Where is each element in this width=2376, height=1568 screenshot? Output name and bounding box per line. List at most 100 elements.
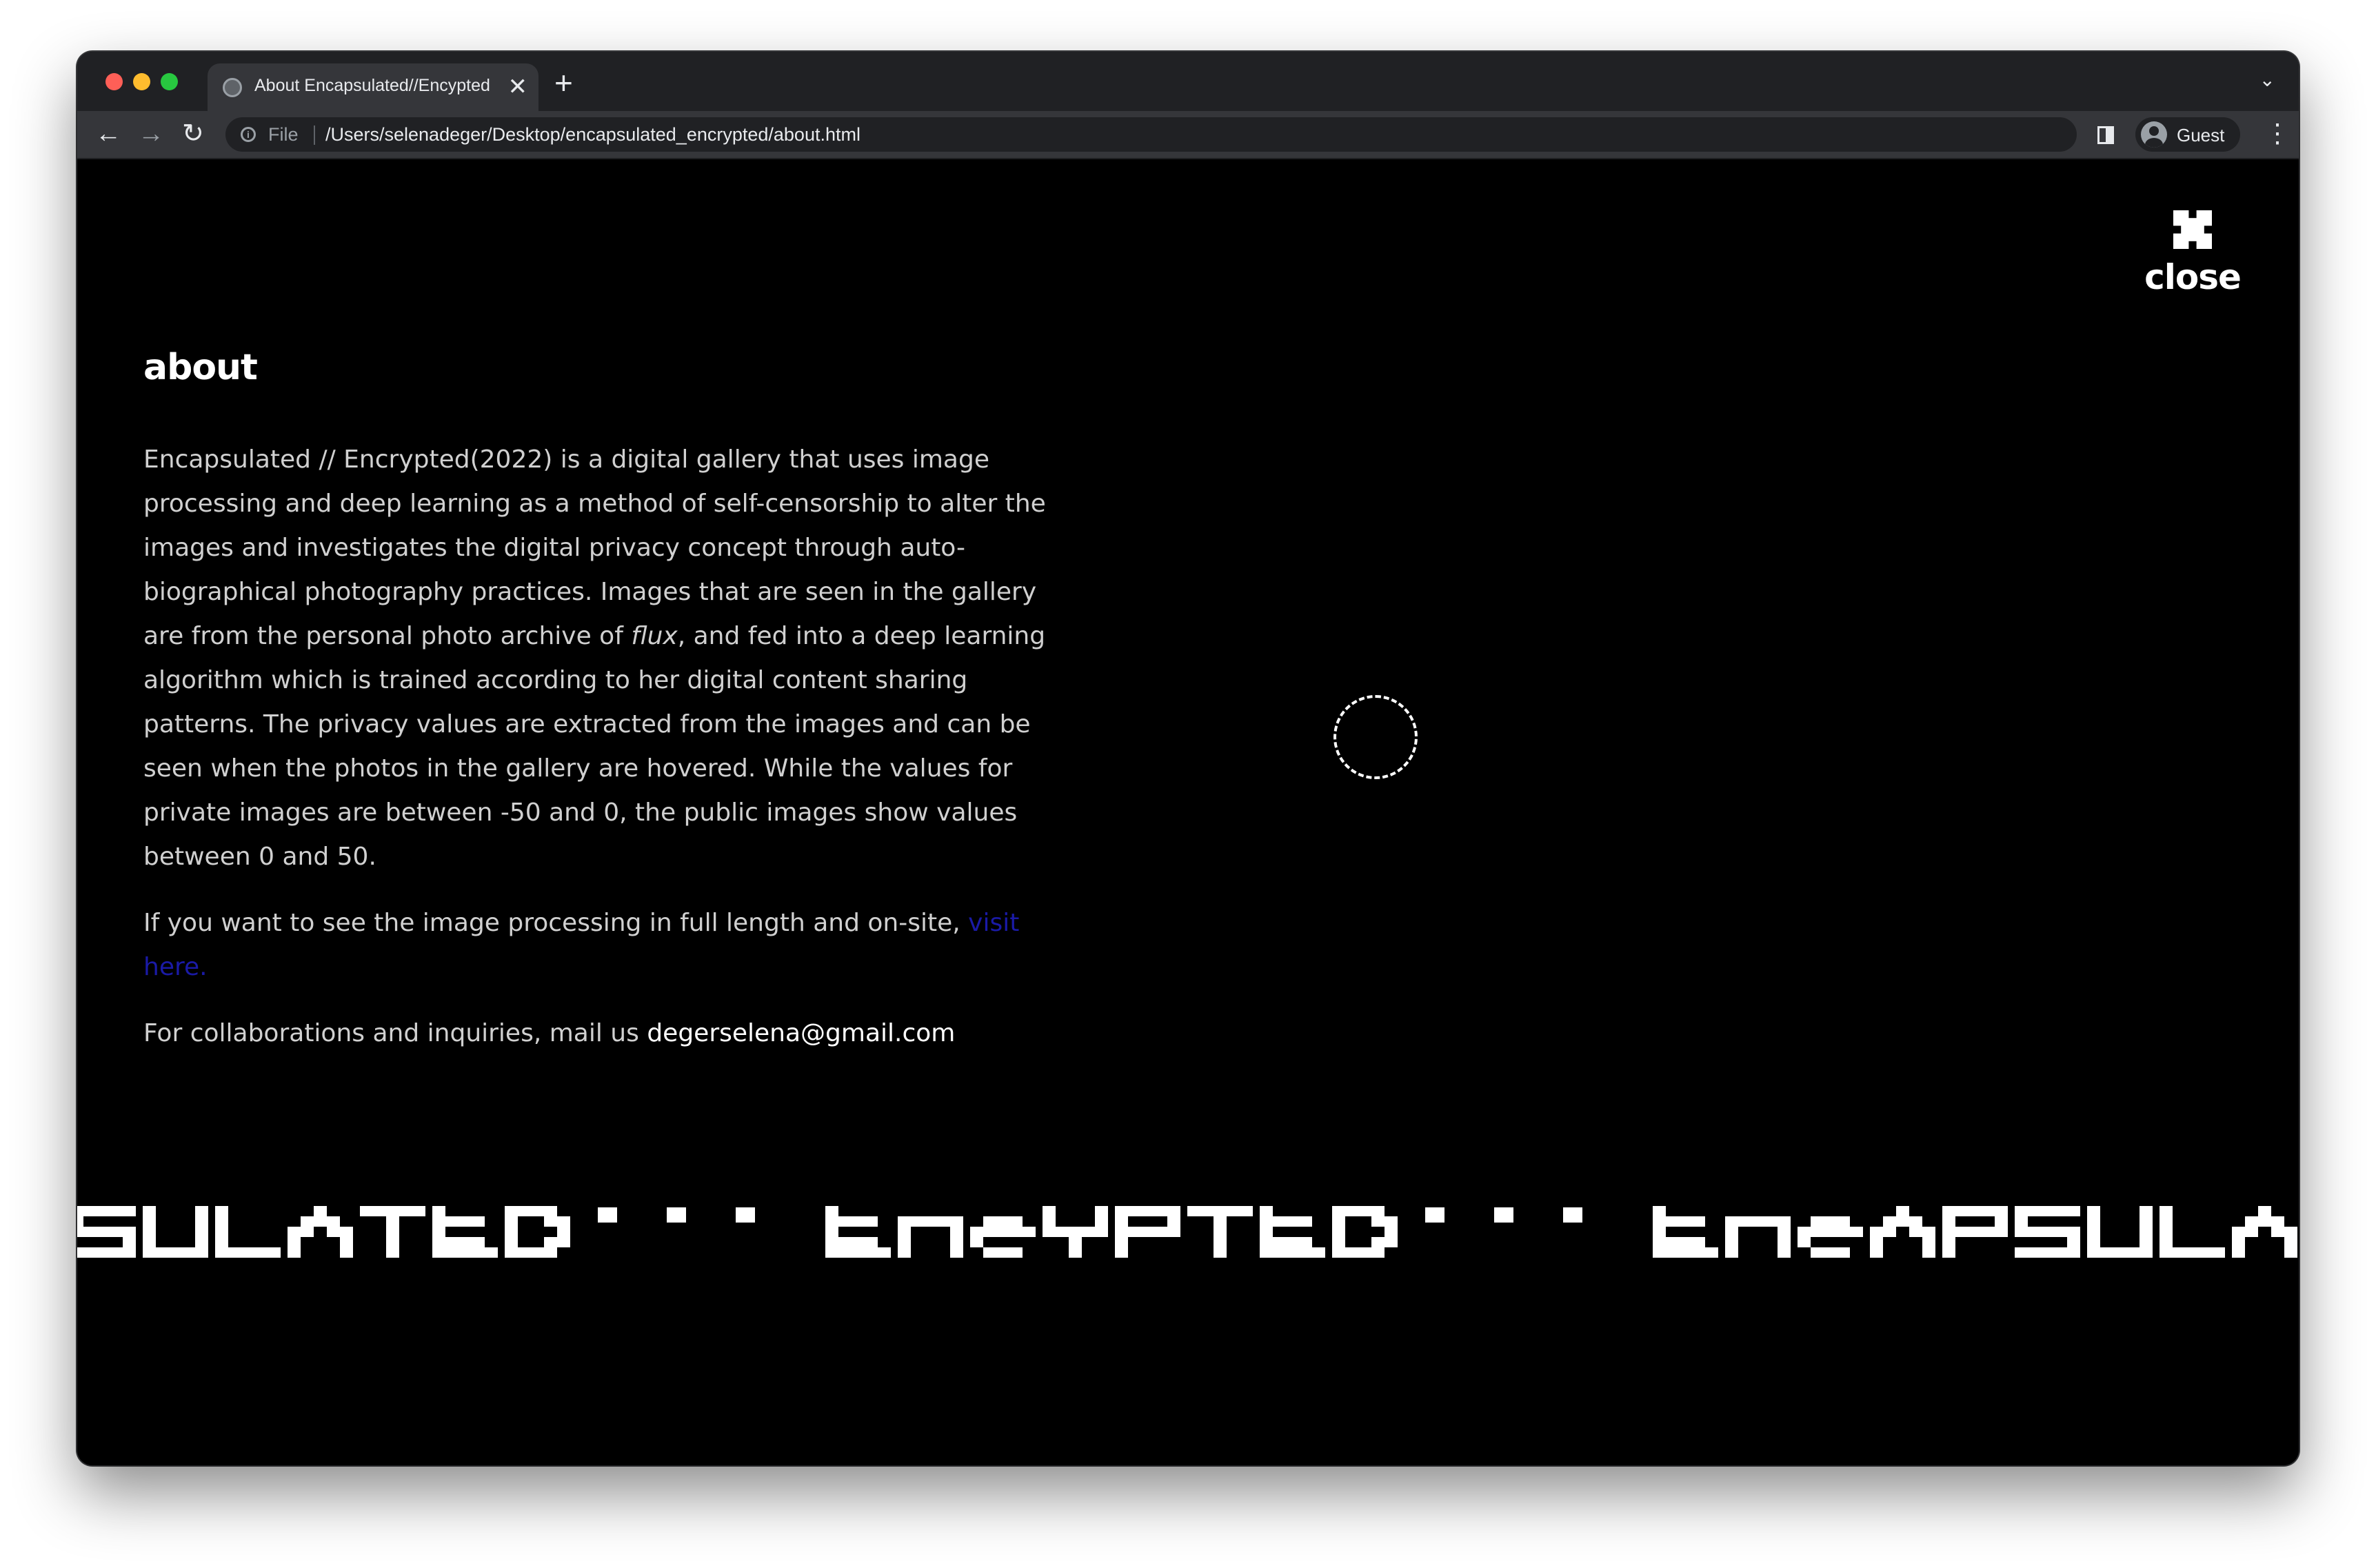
marquee-pixel — [1653, 1247, 1666, 1258]
marquee-pixel — [1824, 1227, 1837, 1237]
marquee-pixel — [2232, 1237, 2245, 1247]
marquee-pixel — [1725, 1227, 1738, 1237]
marquee-pixel — [2140, 1247, 2153, 1258]
marquee-pixel — [950, 1216, 963, 1227]
marquee-pixel — [1692, 1237, 1705, 1247]
marquee-pixel — [182, 1247, 195, 1258]
marquee-pixel — [1260, 1227, 1273, 1237]
marquee-pixel — [432, 1237, 445, 1247]
marquee-pixel — [2284, 1247, 2297, 1258]
side-panel-icon[interactable] — [2097, 126, 2114, 144]
marquee-pixel — [983, 1227, 996, 1237]
marquee-pixel — [898, 1237, 911, 1247]
marquee-pixel — [1260, 1237, 1273, 1247]
forward-arrow-icon[interactable]: → — [138, 118, 164, 150]
marquee-pixel — [340, 1247, 353, 1258]
marquee-pixel — [1299, 1237, 1312, 1247]
marquee-pixel — [1692, 1216, 1705, 1227]
address-bar[interactable]: i File /Users/selenadeger/Desktop/encaps… — [225, 117, 2077, 152]
marquee-pixel — [825, 1237, 838, 1247]
marquee-pixel — [1692, 1247, 1705, 1258]
marquee-pixel — [2232, 1247, 2245, 1258]
marquee-pixel — [83, 1247, 97, 1258]
marquee-pixel — [1751, 1216, 1764, 1227]
marquee-pixel — [1824, 1247, 1837, 1258]
marquee-pixel — [544, 1216, 557, 1227]
marquee-pixel — [865, 1237, 878, 1247]
marquee-pixel — [1995, 1216, 2008, 1227]
marquee-pixel — [1009, 1216, 1023, 1227]
marquee-pixel — [143, 1216, 156, 1227]
marquee-pixel — [1345, 1247, 1358, 1258]
marquee-pixel — [1778, 1227, 1791, 1237]
marquee-pixel — [77, 1227, 83, 1237]
marquee-pixel — [544, 1237, 557, 1247]
profile-label: Guest — [2177, 125, 2225, 145]
reload-icon[interactable]: ↻ — [182, 118, 204, 150]
marquee-pixel — [1095, 1216, 1108, 1227]
tab-search-icon[interactable]: ⌄ — [2259, 68, 2275, 91]
marquee-pixel — [1811, 1216, 1824, 1227]
pixel-marquee-banner — [77, 1202, 2299, 1264]
info-icon[interactable]: i — [241, 127, 256, 142]
marquee-pixel — [2258, 1206, 2271, 1216]
marquee-pixel — [1955, 1206, 1969, 1216]
marquee-pixel — [1385, 1227, 1398, 1237]
marquee-pixel — [1312, 1247, 1325, 1258]
marquee-pixel — [1273, 1216, 1286, 1227]
marquee-pixel — [156, 1247, 169, 1258]
marquee-pixel — [1115, 1227, 1128, 1237]
marquee-pixel — [996, 1227, 1009, 1237]
url-text[interactable]: /Users/selenadeger/Desktop/encapsulated_… — [325, 124, 860, 145]
marquee-pixel — [2087, 1216, 2100, 1227]
marquee-pixel — [2087, 1206, 2100, 1216]
marquee-pixel — [1214, 1237, 1227, 1247]
window-minimize-button[interactable] — [133, 73, 150, 90]
marquee-pixel — [1969, 1227, 1982, 1237]
marquee-pixel — [825, 1206, 838, 1216]
marquee-pixel — [1227, 1206, 1240, 1216]
marquee-pixel — [1043, 1227, 1056, 1237]
back-arrow-icon[interactable]: ← — [95, 118, 121, 150]
marquee-pixel — [2212, 1247, 2225, 1258]
profile-button[interactable]: Guest — [2135, 117, 2240, 152]
marquee-pixel — [1056, 1227, 1069, 1237]
marquee-pixel — [838, 1247, 852, 1258]
marquee-pixel — [485, 1247, 498, 1258]
marquee-pixel — [373, 1206, 386, 1216]
marquee-pixel — [505, 1237, 518, 1247]
tab-close-icon[interactable]: ✕ — [508, 72, 528, 102]
marquee-pixel — [1679, 1237, 1692, 1247]
marquee-pixel — [1332, 1227, 1345, 1237]
marquee-pixel — [360, 1206, 373, 1216]
marquee-pixel — [2271, 1216, 2284, 1227]
marquee-pixel — [215, 1206, 228, 1216]
marquee-pixel — [1345, 1206, 1358, 1216]
marquee-pixel — [1679, 1247, 1692, 1258]
marquee-pixel — [1725, 1247, 1738, 1258]
tab-about[interactable]: About Encapsulated//Encypted ✕ — [208, 63, 538, 111]
marquee-pixel — [1922, 1227, 1935, 1237]
description-text-start: Encapsulated // Encrypted(2022) is a dig… — [143, 445, 1046, 650]
marquee-pixel — [2028, 1206, 2041, 1216]
marquee-pixel — [2159, 1216, 2173, 1227]
window-close-button[interactable] — [105, 73, 123, 90]
marquee-pixel — [123, 1247, 136, 1258]
marquee-pixel — [1167, 1216, 1180, 1227]
marquee-pixel — [1798, 1227, 1811, 1237]
marquee-pixel — [1299, 1216, 1312, 1227]
marquee-dot — [667, 1207, 686, 1223]
contact-email[interactable]: degerselena@gmail.com — [647, 1019, 955, 1047]
close-button[interactable]: close — [2127, 210, 2258, 314]
more-menu-icon[interactable]: ⋮ — [2264, 118, 2291, 150]
marquee-pixel — [110, 1227, 123, 1237]
marquee-pixel — [288, 1227, 301, 1237]
new-tab-icon[interactable]: + — [554, 66, 573, 100]
marquee-pixel — [169, 1247, 182, 1258]
marquee-pixel — [1214, 1216, 1227, 1227]
window-zoom-button[interactable] — [161, 73, 178, 90]
marquee-pixel — [83, 1206, 97, 1216]
marquee-pixel — [1167, 1227, 1180, 1237]
marquee-pixel — [1128, 1227, 1141, 1237]
marquee-pixel — [1260, 1216, 1273, 1227]
